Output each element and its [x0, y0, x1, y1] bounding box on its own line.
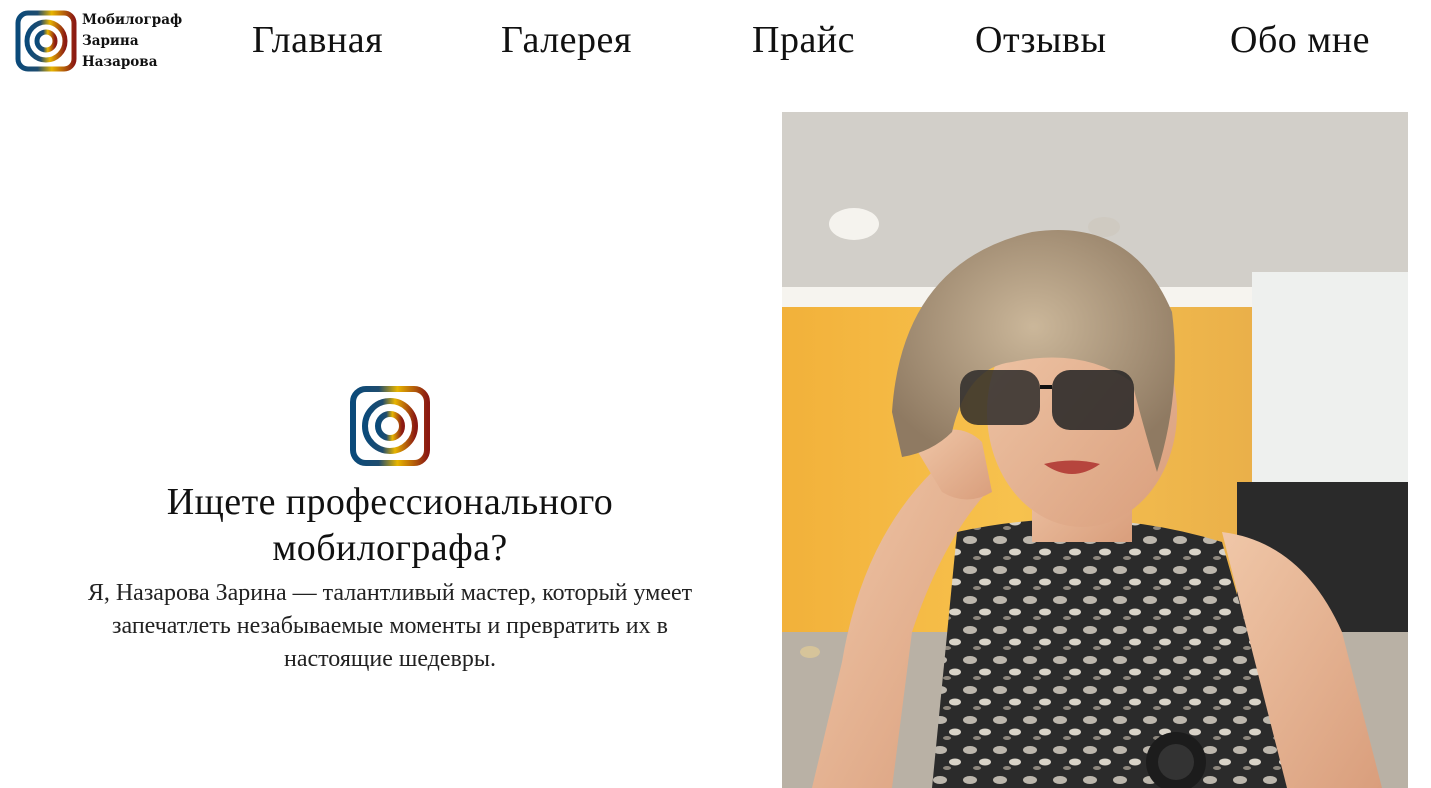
- nav-item-reviews[interactable]: Отзывы: [975, 14, 1107, 66]
- hero-description: Я, Назарова Зарина — талантливый мастер,…: [30, 577, 750, 676]
- hero-title: Ищете профессионального мобилографа?: [20, 479, 760, 571]
- nav-item-about[interactable]: Обо мне: [1230, 14, 1370, 66]
- portrait-illustration: [782, 112, 1408, 788]
- hero-title-line: Ищете профессионального: [166, 481, 614, 523]
- main-nav: Главная Галерея Прайс Отзывы Обо мне: [0, 14, 1431, 66]
- nav-item-home[interactable]: Главная: [252, 14, 383, 66]
- camera-lens-icon: [350, 386, 430, 466]
- hero-desc-line: запечатлеть незабываемые моменты и превр…: [112, 613, 668, 639]
- hero-title-line: мобилографа?: [272, 527, 508, 569]
- hero-desc-line: Я, Назарова Зарина — талантливый мастер,…: [87, 580, 693, 606]
- hero-desc-line: настоящие шедевры.: [283, 646, 496, 672]
- portrait-photo: [782, 112, 1408, 788]
- nav-item-gallery[interactable]: Галерея: [501, 14, 632, 66]
- hero-intro: Ищете профессионального мобилографа? Я, …: [20, 385, 760, 676]
- nav-item-price[interactable]: Прайс: [752, 14, 855, 66]
